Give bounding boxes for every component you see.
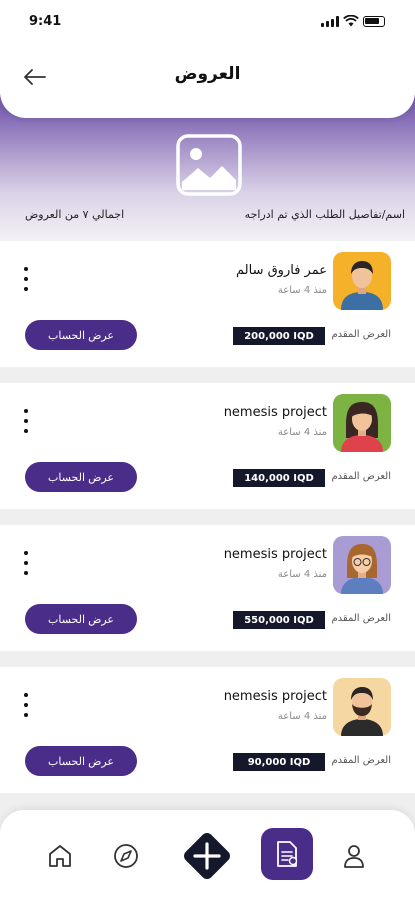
- nav-profile[interactable]: [338, 840, 370, 872]
- avatar: [333, 252, 391, 310]
- more-options-icon[interactable]: [18, 267, 34, 291]
- offer-price: 140,000 IQD: [233, 469, 325, 487]
- more-options-icon[interactable]: [18, 409, 34, 433]
- offer-label: العرض المقدم: [331, 329, 391, 340]
- compass-icon: [114, 844, 138, 868]
- add-icon: [184, 833, 230, 879]
- offer-time: منذ 4 ساعة: [277, 711, 327, 722]
- offer-price: 90,000 IQD: [233, 753, 325, 771]
- nav-home[interactable]: [44, 840, 76, 872]
- avatar: [333, 678, 391, 736]
- request-details-label: اسم/تفاصيل الطلب الذي تم ادراجه: [244, 208, 405, 221]
- nav-explore[interactable]: [110, 840, 142, 872]
- image-placeholder-icon: [176, 134, 242, 196]
- provider-name: nemesis project: [223, 689, 327, 704]
- battery-icon: [363, 15, 385, 27]
- offer-label: العرض المقدم: [331, 471, 391, 482]
- status-icons: [321, 15, 385, 27]
- provider-name: nemesis project: [223, 547, 327, 562]
- more-options-icon[interactable]: [18, 693, 34, 717]
- offer-card: nemesis project منذ 4 ساعة عرض الحساب ال…: [0, 667, 415, 793]
- avatar: [333, 536, 391, 594]
- offer-card: nemesis project منذ 4 ساعة عرض الحساب ال…: [0, 525, 415, 651]
- woman-glasses-avatar-icon: [341, 544, 383, 594]
- offer-card: عمر فاروق سالم منذ 4 ساعة عرض الحساب الع…: [0, 241, 415, 367]
- home-icon: [49, 845, 71, 867]
- wifi-icon: [343, 15, 359, 27]
- avatar: [333, 394, 391, 452]
- signal-icon: [321, 15, 339, 27]
- documents-icon: [277, 841, 298, 867]
- provider-name: عمر فاروق سالم: [236, 263, 327, 278]
- offers-total-label: اجمالي ٧ من العروض: [25, 208, 125, 221]
- more-options-icon[interactable]: [18, 551, 34, 575]
- offer-card: nemesis project منذ 4 ساعة عرض الحساب ال…: [0, 383, 415, 509]
- offer-label: العرض المقدم: [331, 755, 391, 766]
- bearded-man-avatar-icon: [341, 687, 383, 736]
- woman-avatar-icon: [341, 402, 383, 452]
- offer-time: منذ 4 ساعة: [277, 285, 327, 296]
- offer-label: العرض المقدم: [331, 613, 391, 624]
- view-account-button[interactable]: عرض الحساب: [25, 462, 137, 492]
- page-title: العروض: [174, 64, 241, 84]
- provider-name: nemesis project: [223, 405, 327, 420]
- view-account-button[interactable]: عرض الحساب: [25, 746, 137, 776]
- nav-add[interactable]: [181, 830, 233, 882]
- offer-time: منذ 4 ساعة: [277, 569, 327, 580]
- offer-price: 550,000 IQD: [233, 611, 325, 629]
- view-account-button[interactable]: عرض الحساب: [25, 604, 137, 634]
- top-app-bar: 9:41 العروض: [0, 0, 415, 118]
- offer-time: منذ 4 ساعة: [277, 427, 327, 438]
- view-account-button[interactable]: عرض الحساب: [25, 320, 137, 350]
- bottom-navigation: [0, 810, 415, 900]
- offer-price: 200,000 IQD: [233, 327, 325, 345]
- status-time: 9:41: [29, 14, 62, 29]
- profile-icon: [344, 845, 364, 868]
- man-avatar-icon: [341, 261, 383, 310]
- nav-documents[interactable]: [261, 828, 313, 880]
